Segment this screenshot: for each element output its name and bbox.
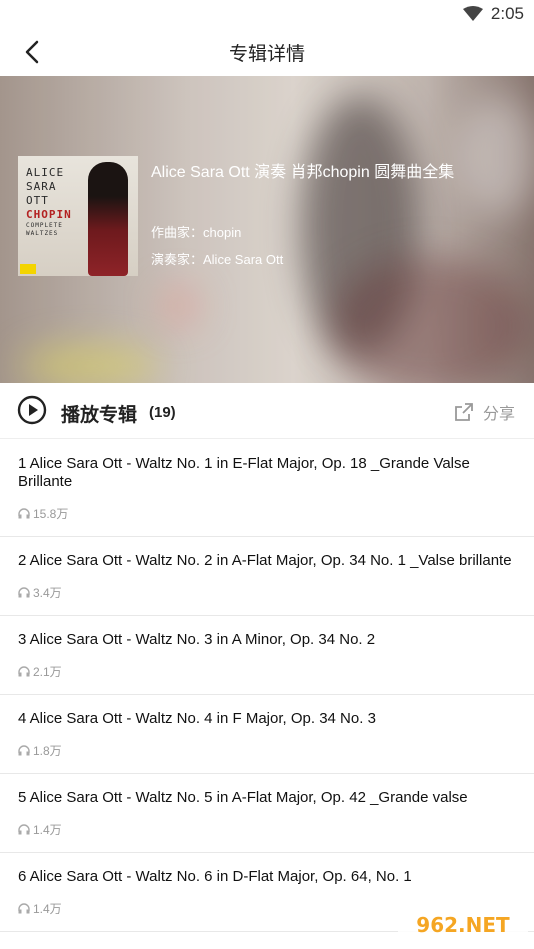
play-count: 1.4万 xyxy=(18,821,516,838)
cover-text: CHOPIN xyxy=(26,208,72,221)
cover-artist-figure xyxy=(88,162,128,276)
track-title: 3 Alice Sara Ott - Waltz No. 3 in A Mino… xyxy=(18,631,376,648)
track-title: 2 Alice Sara Ott - Waltz No. 2 in A-Flat… xyxy=(18,552,512,569)
list-item[interactable]: 5 Alice Sara Ott - Waltz No. 5 in A-Flat… xyxy=(0,774,534,853)
play-count: 15.8万 xyxy=(18,505,516,522)
cover-text: SARA xyxy=(26,180,57,193)
app-bar: 专辑详情 xyxy=(0,28,534,76)
wifi-icon xyxy=(462,6,483,22)
track-title: 5 Alice Sara Ott - Waltz No. 5 in A-Flat… xyxy=(18,789,468,806)
list-item[interactable]: 2 Alice Sara Ott - Waltz No. 2 in A-Flat… xyxy=(0,537,534,616)
cover-text: OTT xyxy=(26,194,49,207)
cover-text: ALICE xyxy=(26,166,65,179)
play-count-value: 1.4万 xyxy=(33,902,62,916)
cover-text: WALTZES xyxy=(26,230,59,237)
play-count-value: 3.4万 xyxy=(33,586,62,600)
label-logo xyxy=(20,264,36,274)
play-count-value: 15.8万 xyxy=(33,507,69,521)
share-label: 分享 xyxy=(482,406,515,423)
track-list: 1 Alice Sara Ott - Waltz No. 1 in E-Flat… xyxy=(0,440,534,932)
play-count: 3.4万 xyxy=(18,584,516,601)
headphones-icon xyxy=(18,508,30,519)
album-cover[interactable]: ALICE SARA OTT CHOPIN COMPLETE WALTZES xyxy=(18,156,138,276)
status-bar: 2:05 xyxy=(0,0,534,28)
track-title: 4 Alice Sara Ott - Waltz No. 4 in F Majo… xyxy=(18,710,376,727)
back-arrow-icon[interactable] xyxy=(18,38,46,66)
album-hero: ALICE SARA OTT CHOPIN COMPLETE WALTZES A… xyxy=(0,76,534,383)
album-performer: 演奏家：Alice Sara Ott xyxy=(151,252,284,267)
list-item[interactable]: 4 Alice Sara Ott - Waltz No. 4 in F Majo… xyxy=(0,695,534,774)
play-album-button[interactable]: 播放专辑 xyxy=(61,400,137,427)
track-title: 1 Alice Sara Ott - Waltz No. 1 in E-Flat… xyxy=(18,455,470,490)
list-item[interactable]: 1 Alice Sara Ott - Waltz No. 1 in E-Flat… xyxy=(0,440,534,537)
headphones-icon xyxy=(18,903,30,914)
cover-text: COMPLETE xyxy=(26,222,63,229)
headphones-icon xyxy=(18,587,30,598)
track-title: 6 Alice Sara Ott - Waltz No. 6 in D-Flat… xyxy=(18,868,412,885)
play-count-value: 1.8万 xyxy=(33,744,62,758)
play-count-value: 1.4万 xyxy=(33,823,62,837)
headphones-icon xyxy=(18,745,30,756)
status-time: 2:05 xyxy=(490,4,524,23)
track-count: (19) xyxy=(149,404,176,421)
play-circle-icon[interactable] xyxy=(17,395,47,425)
album-title: Alice Sara Ott 演奏 肖邦chopin 圆舞曲全集 xyxy=(151,164,455,181)
share-icon xyxy=(455,403,473,421)
album-composer: 作曲家：chopin xyxy=(151,225,242,240)
play-count: 1.8万 xyxy=(18,742,516,759)
page-title: 专辑详情 xyxy=(228,43,305,65)
list-item[interactable]: 3 Alice Sara Ott - Waltz No. 3 in A Mino… xyxy=(0,616,534,695)
play-count: 2.1万 xyxy=(18,663,516,680)
headphones-icon xyxy=(18,666,30,677)
watermark-logo: 962.NET xyxy=(398,905,528,945)
headphones-icon xyxy=(18,824,30,835)
play-count-value: 2.1万 xyxy=(33,665,62,679)
share-button[interactable]: 分享 xyxy=(453,400,515,424)
play-album-row: 播放专辑 (19) 分享 xyxy=(0,383,534,439)
